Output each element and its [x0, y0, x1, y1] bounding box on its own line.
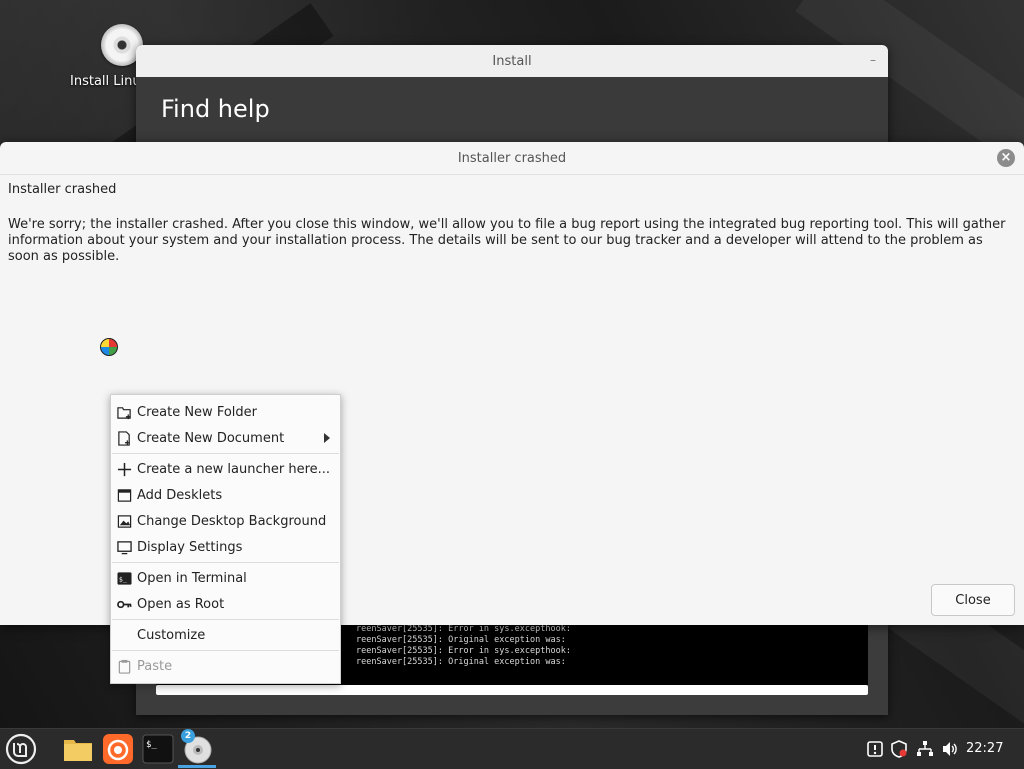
install-heading: Find help — [161, 95, 270, 123]
menu-separator — [112, 562, 339, 563]
install-header: Find help — [136, 77, 888, 147]
clipboard-icon — [118, 659, 131, 674]
install-input-bar — [156, 685, 868, 695]
desklet-icon — [117, 488, 132, 502]
menu-item-create-new-document[interactable]: Create New Document — [111, 425, 340, 451]
svg-text:$_: $_ — [146, 740, 157, 750]
minimize-button[interactable]: – — [870, 53, 876, 67]
menu-item-paste: Paste — [111, 653, 340, 679]
terminal-app-icon[interactable]: $_ — [142, 733, 174, 765]
monitor-icon — [117, 540, 132, 554]
menu-item-customize[interactable]: Customize — [111, 622, 340, 648]
key-icon — [117, 600, 132, 608]
menu-separator — [112, 650, 339, 651]
menu-item-label: Paste — [137, 658, 173, 674]
menu-item-change-background[interactable]: Change Desktop Background — [111, 508, 340, 534]
svg-text:$_: $_ — [119, 575, 127, 583]
new-folder-icon — [117, 406, 131, 419]
terminal-line: reenSaver[25535]: Error in sys.excepthoo… — [356, 646, 571, 656]
menu-item-label: Create New Folder — [137, 404, 257, 420]
desktop-context-menu: Create New Folder Create New Document Cr… — [110, 394, 341, 684]
close-icon[interactable]: × — [997, 149, 1015, 167]
mint-menu-icon[interactable] — [5, 733, 37, 765]
menu-item-label: Create New Document — [137, 430, 285, 446]
menu-item-label: Change Desktop Background — [137, 513, 327, 529]
menu-item-label: Open in Terminal — [137, 570, 247, 586]
taskbar: $_ 2 22:27 — [0, 728, 1024, 769]
close-button[interactable]: Close — [931, 584, 1015, 616]
plus-icon — [117, 462, 132, 476]
clock[interactable]: 22:27 — [966, 741, 1003, 756]
install-window-title: Install — [492, 53, 532, 69]
busy-cursor-icon — [100, 338, 118, 356]
menu-item-open-terminal[interactable]: $_ Open in Terminal — [111, 565, 340, 591]
files-icon[interactable] — [62, 733, 94, 765]
image-icon — [117, 514, 132, 528]
crash-titlebar[interactable]: Installer crashed × — [0, 142, 1024, 175]
firefox-icon[interactable] — [102, 733, 134, 765]
menu-item-label: Open as Root — [137, 596, 225, 612]
terminal-line: reenSaver[25535]: Error in sys.excepthoo… — [356, 624, 571, 634]
menu-item-label: Customize — [137, 627, 206, 643]
menu-separator — [112, 619, 339, 620]
shield-icon[interactable] — [890, 740, 908, 758]
terminal-icon: $_ — [117, 571, 132, 585]
menu-item-create-launcher[interactable]: Create a new launcher here... — [111, 456, 340, 482]
network-icon[interactable] — [916, 740, 934, 758]
menu-separator — [112, 453, 339, 454]
volume-icon[interactable] — [941, 740, 959, 758]
menu-item-label: Add Desklets — [137, 487, 223, 503]
menu-item-label: Display Settings — [137, 539, 243, 555]
menu-item-create-new-folder[interactable]: Create New Folder — [111, 399, 340, 425]
terminal-line: reenSaver[25535]: Original exception was… — [356, 635, 566, 645]
crash-heading: Installer crashed — [8, 182, 117, 197]
terminal-line: reenSaver[25535]: Original exception was… — [356, 657, 566, 667]
desktop-icon-label: Install Linu — [70, 74, 141, 89]
menu-item-open-as-root[interactable]: Open as Root — [111, 591, 340, 617]
window-count-badge: 2 — [181, 729, 195, 743]
submenu-arrow-icon — [324, 433, 330, 443]
crash-message: We're sorry; the installer crashed. Afte… — [8, 217, 1006, 264]
menu-item-add-desklets[interactable]: Add Desklets — [111, 482, 340, 508]
new-document-icon — [118, 430, 130, 446]
crash-dialog-title: Installer crashed — [457, 150, 567, 166]
menu-item-label: Create a new launcher here... — [137, 461, 331, 477]
menu-item-display-settings[interactable]: Display Settings — [111, 534, 340, 560]
install-titlebar[interactable]: Install – — [136, 45, 888, 77]
notification-icon[interactable] — [866, 740, 884, 758]
